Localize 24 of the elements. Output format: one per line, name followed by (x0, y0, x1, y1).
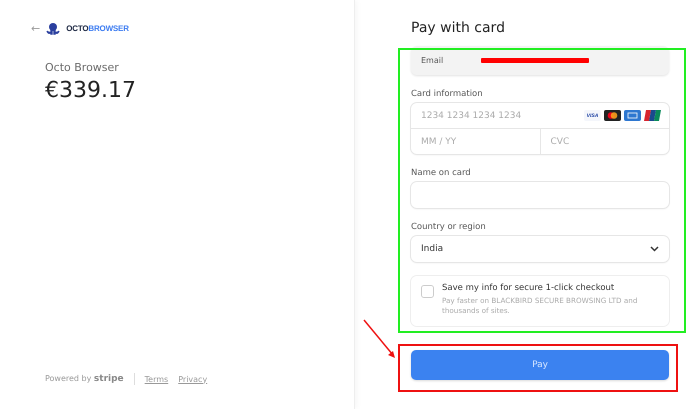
field-label: Card information (411, 89, 484, 99)
field-label: Country or region (411, 222, 487, 232)
pay-button[interactable]: Pay (411, 350, 669, 380)
back-arrow[interactable]: ← (31, 22, 40, 35)
octopus-logo-icon (46, 22, 60, 35)
chevron-down-icon (650, 246, 659, 252)
merchant-name: Octo Browser (45, 61, 120, 74)
price: €339.17 (45, 78, 137, 103)
form-title: Pay with card (411, 20, 506, 36)
card-number-field[interactable]: 1234 1234 1234 1234 (411, 103, 584, 128)
powered-by-text: Powered by stripe (45, 374, 124, 384)
expiry-field[interactable]: MM / YY (411, 129, 540, 154)
card-brand-icon (604, 110, 621, 121)
card-brand-icon (644, 110, 661, 121)
save-info-label: Save my info for secure 1-click checkout (442, 283, 616, 293)
logo-text: OCTOBROWSER (66, 24, 129, 33)
footer-link[interactable]: Terms (144, 374, 168, 384)
cvc-field[interactable]: CVC (540, 129, 669, 154)
card-brand-icon (624, 110, 641, 121)
country-select[interactable]: India (411, 236, 669, 262)
footer-link[interactable]: Privacy (178, 374, 208, 384)
email-field[interactable]: Email (411, 46, 669, 75)
checkbox[interactable] (421, 285, 434, 298)
field-label: Name on card (411, 168, 472, 178)
